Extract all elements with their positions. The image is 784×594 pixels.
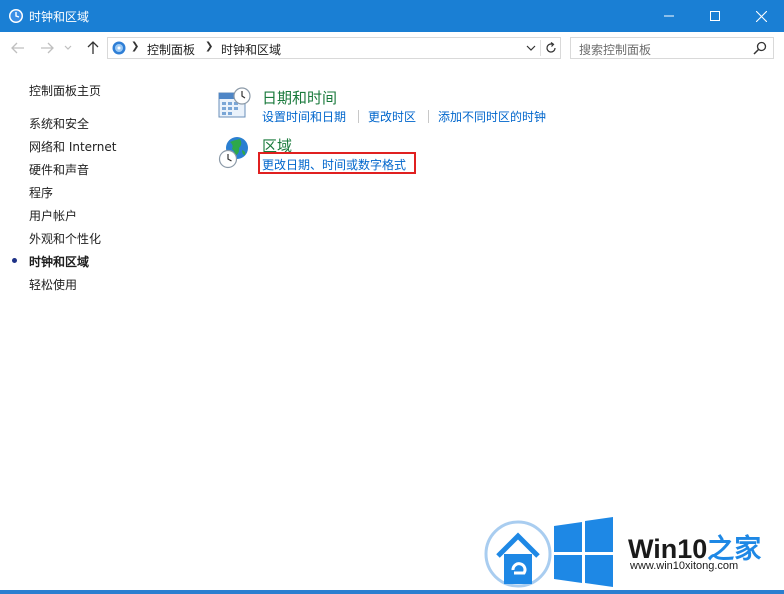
breadcrumb-control-panel[interactable]: 控制面板	[147, 41, 195, 58]
maximize-icon	[710, 11, 720, 21]
search-box[interactable]: 搜索控制面板	[570, 37, 774, 59]
sidebar-item-network-internet[interactable]: 网络和 Internet	[29, 138, 116, 155]
sidebar-item-ease-of-access[interactable]: 轻松使用	[29, 276, 77, 293]
back-button[interactable]	[10, 40, 26, 56]
minimize-button[interactable]	[646, 0, 692, 32]
address-dropdown-button[interactable]	[523, 41, 539, 55]
search-icon	[753, 41, 767, 55]
current-item-bullet	[12, 258, 17, 263]
control-panel-clock-icon	[9, 9, 23, 23]
sidebar-item-appearance[interactable]: 外观和个性化	[29, 230, 101, 247]
refresh-button[interactable]	[543, 40, 559, 56]
chevron-down-icon	[526, 45, 536, 51]
close-button[interactable]	[738, 0, 784, 32]
globe-clock-icon	[218, 137, 248, 169]
back-arrow-icon	[11, 42, 24, 54]
maximize-button[interactable]	[692, 0, 738, 32]
navigation-bar: ❯ 控制面板 ❯ 时钟和区域 搜索控制面板	[0, 32, 784, 64]
link-set-time-date[interactable]: 设置时间和日期	[262, 108, 346, 125]
link-divider	[358, 110, 359, 123]
category-title-date-time[interactable]: 日期和时间	[262, 87, 337, 108]
search-placeholder: 搜索控制面板	[579, 43, 652, 57]
up-arrow-icon	[87, 41, 99, 54]
sidebar-item-hardware-sound[interactable]: 硬件和声音	[29, 161, 89, 178]
link-add-clocks[interactable]: 添加不同时区的时钟	[438, 108, 546, 125]
sidebar-item-user-accounts[interactable]: 用户帐户	[29, 207, 77, 224]
sidebar-item-programs[interactable]: 程序	[29, 184, 53, 201]
up-button[interactable]	[85, 40, 101, 56]
sidebar-item-clock-region[interactable]: 时钟和区域	[29, 253, 89, 270]
minimize-icon	[664, 15, 674, 17]
highlight-box	[258, 152, 416, 174]
forward-arrow-icon	[41, 42, 54, 54]
recent-locations-button[interactable]	[63, 40, 73, 56]
address-bar[interactable]: ❯ 控制面板 ❯ 时钟和区域	[107, 37, 561, 59]
calendar-clock-icon	[218, 87, 251, 118]
breadcrumb-separator-icon: ❯	[205, 41, 214, 52]
sidebar-item-home[interactable]: 控制面板主页	[29, 82, 101, 99]
forward-button[interactable]	[39, 40, 55, 56]
window-title: 时钟和区域	[29, 10, 90, 24]
breadcrumb-separator-icon: ❯	[131, 41, 140, 52]
watermark-url: www.win10xitong.com	[630, 560, 739, 572]
control-panel-icon	[112, 41, 126, 55]
refresh-icon	[546, 42, 556, 53]
title-bar: 时钟和区域	[0, 0, 784, 32]
link-divider	[428, 110, 429, 123]
address-divider	[540, 40, 541, 56]
close-icon	[755, 10, 767, 22]
chevron-down-icon	[64, 45, 72, 50]
link-change-time-zone[interactable]: 更改时区	[368, 108, 416, 125]
window-bottom-border	[0, 590, 784, 594]
breadcrumb-clock-region[interactable]: 时钟和区域	[221, 41, 281, 58]
sidebar-item-system-security[interactable]: 系统和安全	[29, 115, 89, 132]
